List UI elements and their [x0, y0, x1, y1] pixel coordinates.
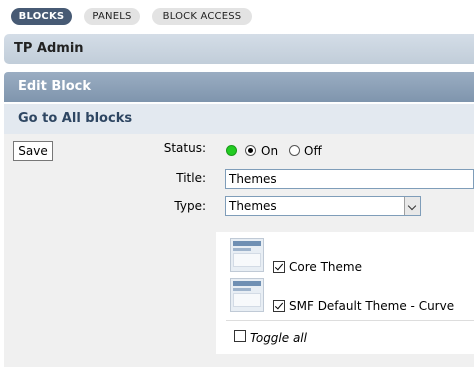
- theme-checkbox[interactable]: [273, 261, 285, 273]
- type-label: Type:: [174, 199, 206, 213]
- type-select-value: Themes: [229, 199, 277, 213]
- theme-name: Core Theme: [289, 260, 362, 274]
- title-label: Title:: [176, 171, 206, 185]
- page-title: TP Admin: [4, 34, 474, 64]
- status-indicator-icon: [226, 145, 237, 156]
- theme-thumbnail-icon: [230, 238, 264, 272]
- status-off-radio[interactable]: [289, 145, 300, 156]
- toggle-all-label: Toggle all: [250, 331, 307, 345]
- theme-thumbnail-icon: [230, 278, 264, 312]
- toggle-all-checkbox[interactable]: [234, 330, 246, 342]
- title-input[interactable]: Themes: [225, 169, 474, 189]
- section-title: Edit Block: [4, 72, 474, 102]
- save-button[interactable]: Save: [13, 141, 53, 161]
- status-label: Status:: [163, 141, 206, 155]
- status-off-label: Off: [304, 144, 322, 158]
- tab-blocks[interactable]: BLOCKS: [11, 8, 72, 25]
- chevron-down-icon[interactable]: [404, 197, 420, 215]
- status-on-label: On: [261, 144, 279, 158]
- status-on-radio[interactable]: [245, 145, 256, 156]
- type-select[interactable]: Themes: [225, 196, 421, 216]
- goto-all-blocks-link[interactable]: Go to All blocks: [4, 104, 474, 134]
- tab-block-access[interactable]: BLOCK ACCESS: [152, 8, 252, 25]
- theme-name: SMF Default Theme - Curve: [289, 299, 455, 313]
- tab-panels[interactable]: PANELS: [84, 8, 140, 25]
- theme-checkbox[interactable]: [273, 300, 285, 312]
- divider: [226, 320, 474, 321]
